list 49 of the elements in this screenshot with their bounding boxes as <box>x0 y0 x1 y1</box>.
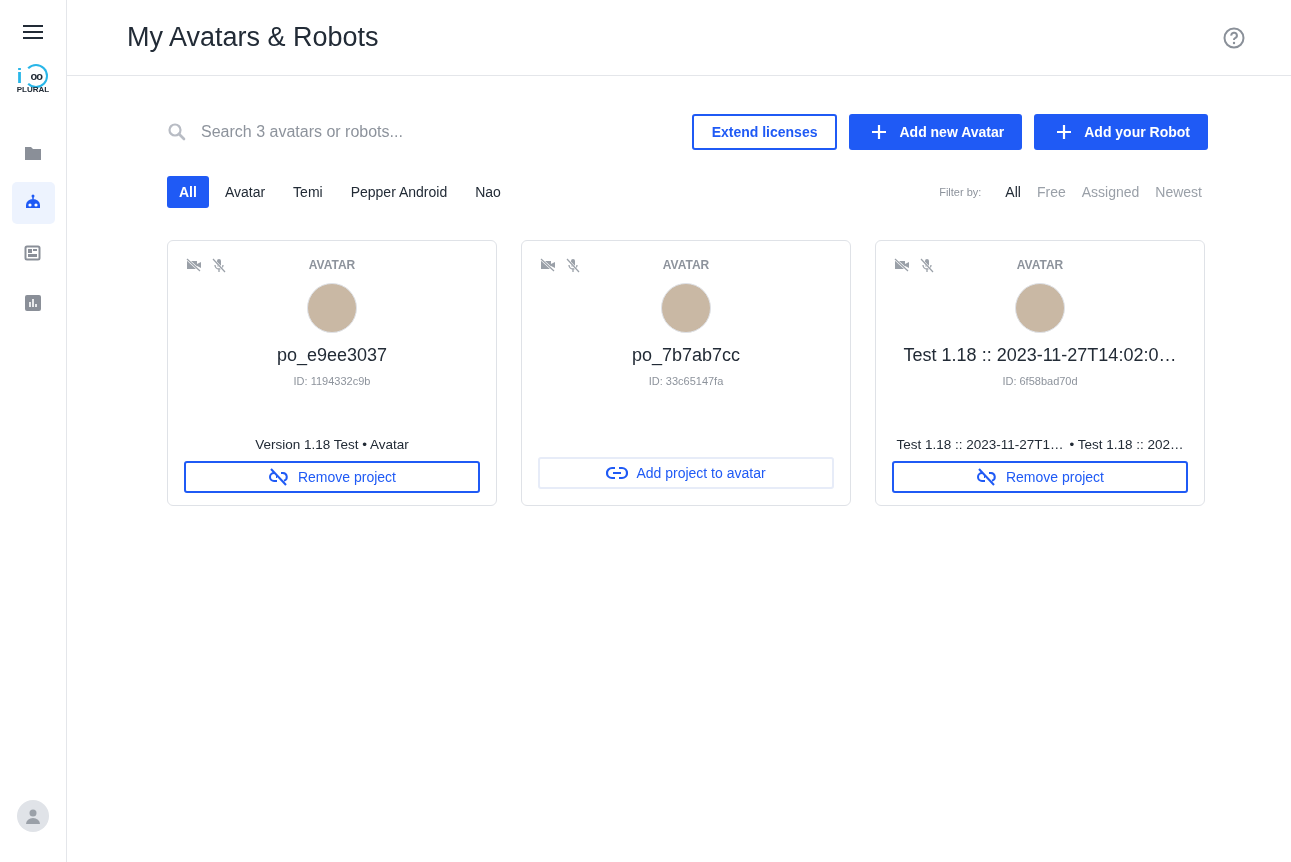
filter-label: Filter by: <box>939 186 982 198</box>
help-icon[interactable] <box>1223 26 1245 49</box>
plus-icon <box>1056 124 1073 140</box>
mic-off-icon <box>566 257 580 273</box>
user-avatar[interactable] <box>17 800 49 832</box>
card-name: po_7b7ab7cc <box>631 345 741 366</box>
mic-off-icon <box>920 257 934 273</box>
card-type: AVATAR <box>1016 258 1064 272</box>
extend-button[interactable]: Extend licenses <box>691 114 838 150</box>
logo: i oo PLURAL <box>16 64 50 94</box>
category-tab[interactable]: Pepper Android <box>338 176 460 208</box>
dashboard-icon <box>24 244 42 262</box>
menu-icon[interactable] <box>21 22 45 42</box>
add-button[interactable]: Add your Robot <box>1034 114 1208 150</box>
card-type: AVATAR <box>308 258 356 272</box>
camera-off-icon <box>540 257 556 272</box>
category-tab[interactable]: Avatar <box>212 176 278 208</box>
unlink-icon <box>975 467 998 487</box>
project-text: Version 1.18 Test • Avatar <box>255 437 409 452</box>
mic-off-icon <box>212 257 226 273</box>
card-id: ID: 33c65147fa <box>648 375 724 387</box>
folder-icon <box>24 144 42 162</box>
add-button[interactable]: Add new Avatar <box>849 114 1023 150</box>
camera-off-icon <box>186 257 202 272</box>
remove-project-button[interactable]: Remove project <box>184 461 480 493</box>
card-id: ID: 6f58bad70d <box>1002 375 1078 387</box>
avatar-photo <box>307 283 357 333</box>
card-name: Test 1.18 :: 2023-11-27T14:02:0… <box>903 345 1177 366</box>
remove-project-button[interactable]: Remove project <box>892 461 1188 493</box>
avatar-photo <box>1015 283 1065 333</box>
plus-icon <box>871 124 888 140</box>
card-id: ID: 1194332c9b <box>293 375 371 387</box>
filter-option[interactable]: All <box>999 184 1027 200</box>
person-icon <box>24 807 42 825</box>
card-type: AVATAR <box>662 258 710 272</box>
category-tab[interactable]: Nao <box>463 176 513 208</box>
project-text: • Test 1.18 :: 202… <box>1069 437 1184 452</box>
project-text: Test 1.18 :: 2023-11-27T1… <box>896 437 1064 452</box>
avatar-photo <box>661 283 711 333</box>
card-name: po_e9ee3037 <box>276 345 388 366</box>
unlink-icon <box>267 467 290 487</box>
add-project-button[interactable]: Add project to avatar <box>538 457 834 489</box>
search-icon <box>167 122 187 142</box>
nav-item[interactable] <box>11 182 55 224</box>
bar-chart-icon <box>24 294 42 312</box>
camera-off-icon <box>894 257 910 272</box>
category-tab[interactable]: Temi <box>281 176 335 208</box>
page-title: My Avatars & Robots <box>127 22 379 53</box>
category-tab[interactable]: All <box>167 176 209 208</box>
